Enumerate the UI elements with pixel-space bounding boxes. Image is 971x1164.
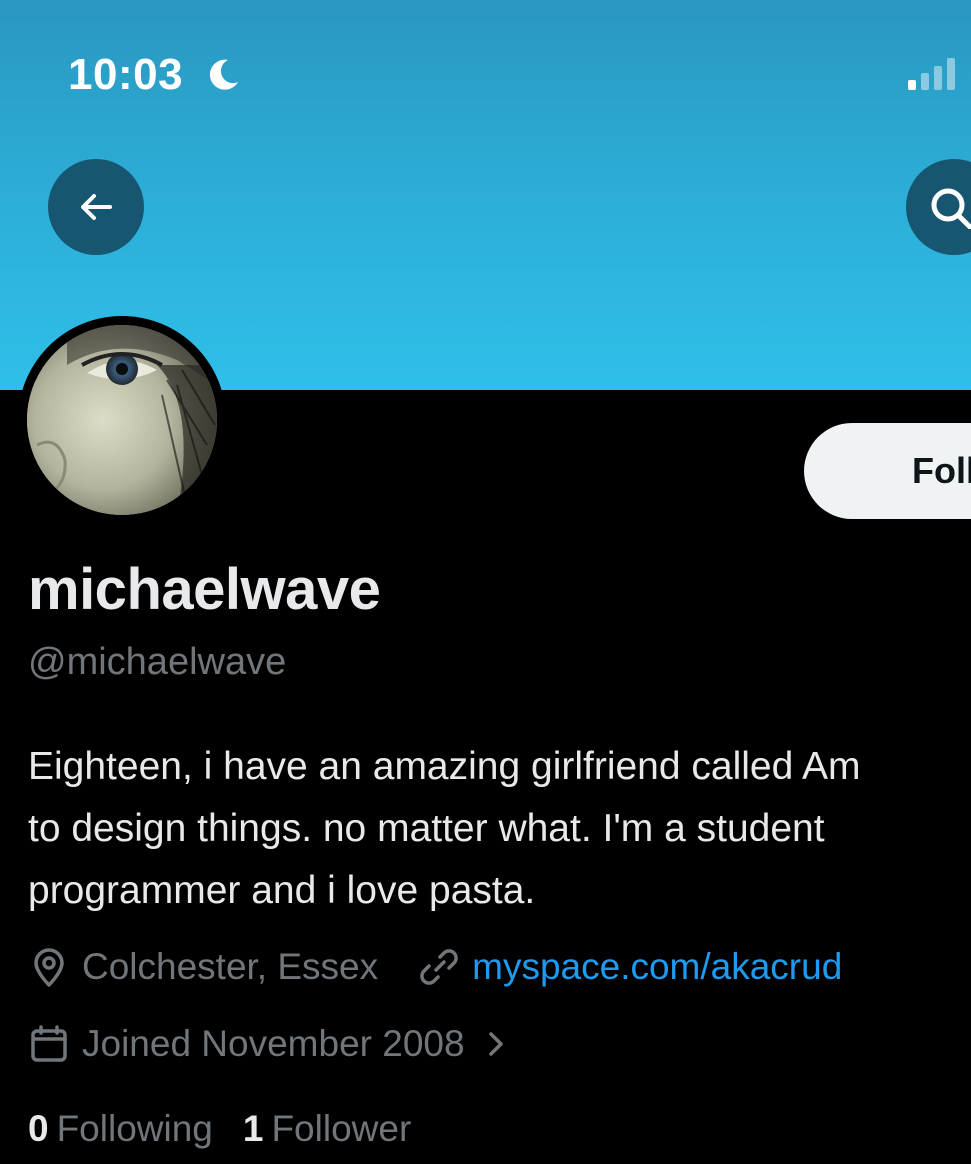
joined-row[interactable]: Joined November 2008 xyxy=(28,1021,509,1067)
website-link[interactable]: myspace.com/akacrud xyxy=(472,944,842,990)
moon-icon xyxy=(209,59,238,90)
calendar-icon xyxy=(31,1025,67,1062)
followers-stat[interactable]: 1 Follower xyxy=(243,1106,411,1152)
back-button[interactable] xyxy=(48,159,144,255)
display-name: michaelwave xyxy=(28,557,381,622)
profile-meta-row: Colchester, Essex myspace.com/akacrud xyxy=(28,944,842,990)
bio-line: programmer and i love pasta. xyxy=(28,869,536,912)
status-time: 10:03 xyxy=(68,50,184,99)
follow-button[interactable]: Foll xyxy=(804,423,971,519)
link-icon xyxy=(420,949,458,985)
following-stat[interactable]: 0 Following xyxy=(28,1106,213,1152)
bio-line: to design things. no matter what. I'm a … xyxy=(28,807,825,850)
followers-count: 1 xyxy=(242,1108,264,1149)
following-label: Following xyxy=(56,1108,213,1149)
chevron-right-icon xyxy=(488,1032,503,1056)
bio-line: Eighteen, i have an amazing girlfriend c… xyxy=(28,745,861,788)
joined-date: Joined November 2008 xyxy=(82,1023,465,1064)
user-handle: @michaelwave xyxy=(28,641,287,683)
cellular-signal-icon xyxy=(908,58,955,90)
search-icon xyxy=(931,188,971,229)
location-text: Colchester, Essex xyxy=(82,946,379,987)
arrow-left-icon xyxy=(81,194,112,220)
profile-bio: Eighteen, i have an amazing girlfriend c… xyxy=(28,736,971,922)
follow-stats: 0 Following 1 Follower xyxy=(28,1106,411,1152)
profile-screen: 10:03 Foll michaelwave @michaelwave Eigh… xyxy=(0,0,971,1164)
location-pin-icon xyxy=(34,948,64,987)
avatar[interactable] xyxy=(27,325,217,515)
avatar-photo xyxy=(27,325,217,515)
followers-label: Follower xyxy=(271,1108,412,1149)
following-count: 0 xyxy=(28,1108,49,1149)
